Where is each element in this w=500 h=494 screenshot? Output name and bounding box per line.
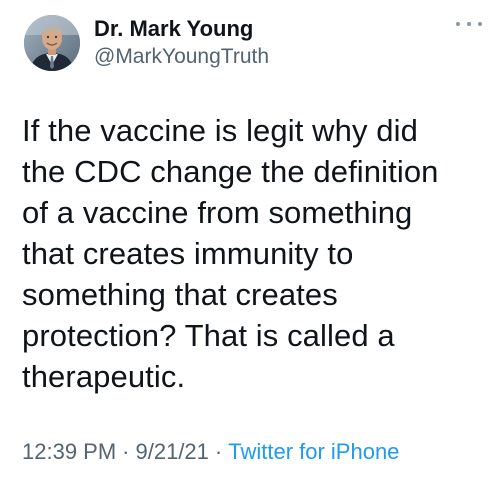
tweet-header: Dr. Mark Young @MarkYoungTruth — [22, 13, 482, 75]
more-dot — [467, 22, 471, 26]
more-dots-icon[interactable] — [456, 17, 482, 31]
profile-photo-icon — [24, 15, 80, 71]
avatar[interactable] — [24, 15, 80, 71]
author-display-name[interactable]: Dr. Mark Young — [94, 15, 269, 43]
meta-separator: · — [122, 439, 130, 464]
more-dot — [456, 22, 460, 26]
meta-separator: · — [214, 439, 223, 464]
author-handle[interactable]: @MarkYoungTruth — [94, 43, 269, 71]
tweet-meta: 12:39 PM · 9/21/21 · Twitter for iPhone — [22, 438, 399, 466]
tweet-date[interactable]: 9/21/21 — [136, 439, 209, 464]
tweet-time[interactable]: 12:39 PM — [22, 439, 116, 464]
more-dot — [478, 22, 482, 26]
tweet-card: Dr. Mark Young @MarkYoungTruth If the va… — [0, 0, 500, 494]
tweet-source-link[interactable]: Twitter for iPhone — [228, 439, 399, 464]
tweet-text: If the vaccine is legit why did the CDC … — [22, 113, 439, 394]
author-names: Dr. Mark Young @MarkYoungTruth — [94, 15, 269, 71]
